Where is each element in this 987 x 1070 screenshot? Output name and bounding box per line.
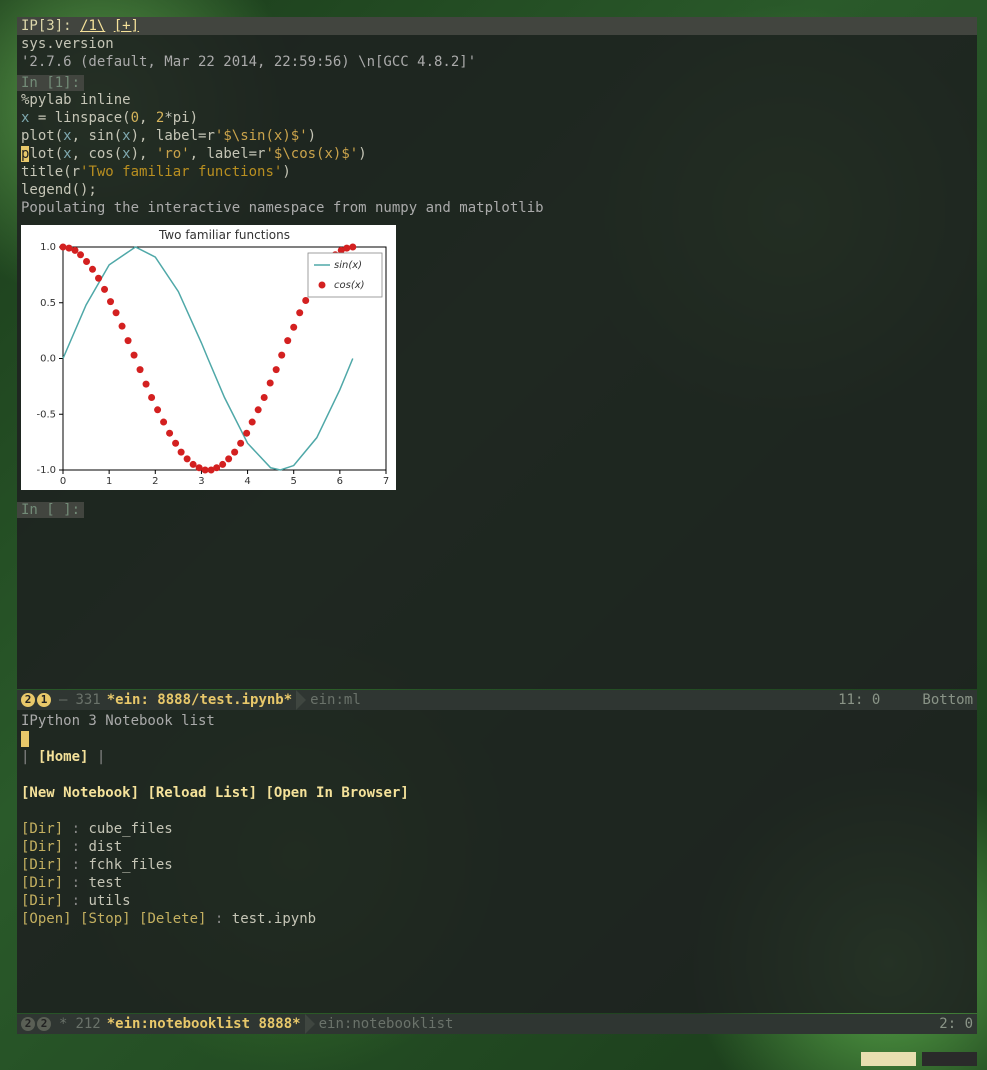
tab-active[interactable]: /1\ xyxy=(80,18,105,34)
modeline2-sep-icon xyxy=(305,1014,315,1034)
tab-add[interactable]: [+] xyxy=(114,18,139,34)
chart-output: Two familiar functions 0 1 2 3 4 5 6 7 -1.0 -0.5 0.… xyxy=(21,225,396,490)
breadcrumb-sep: | xyxy=(21,749,29,765)
list-item: [Open] [Stop] [Delete] : test.ipynb xyxy=(21,910,973,928)
new-notebook-button[interactable]: [New Notebook] xyxy=(21,785,139,801)
svg-text:4: 4 xyxy=(244,476,250,487)
svg-text:1.0: 1.0 xyxy=(40,242,56,253)
dir-name: test xyxy=(88,875,122,891)
open-link[interactable]: [Open] xyxy=(21,911,72,927)
svg-text:sin(x): sin(x) xyxy=(334,260,362,271)
tab-prefix: IP[3]: xyxy=(21,18,72,34)
cell2-empty[interactable] xyxy=(17,518,977,536)
svg-text:Two familiar functions: Two familiar functions xyxy=(158,228,290,242)
modeline-badge-window: 2 xyxy=(21,693,35,707)
svg-text:1: 1 xyxy=(106,476,112,487)
svg-text:6: 6 xyxy=(337,476,343,487)
cell1-l5[interactable]: title(r'Two familiar functions') xyxy=(17,163,977,181)
notebooklist-title: IPython 3 Notebook list xyxy=(21,712,973,730)
cell1-l6[interactable]: legend(); xyxy=(17,181,977,199)
dir-link[interactable]: [Dir] xyxy=(21,875,63,891)
modeline-sep-icon xyxy=(296,690,306,710)
cell1-l3[interactable]: plot(x, sin(x), label=r'$\sin(x)$') xyxy=(17,127,977,145)
home-link[interactable]: [Home] xyxy=(38,749,89,765)
svg-text:3: 3 xyxy=(198,476,204,487)
tab-bar: IP[3]: /1\ [+] xyxy=(17,17,977,35)
open-in-browser-button[interactable]: [Open In Browser] xyxy=(265,785,408,801)
list-item: [Dir] : test xyxy=(21,874,973,892)
taskbar-item[interactable] xyxy=(922,1052,977,1066)
modeline-line: 331 xyxy=(75,692,100,708)
list-item: [Dir] : utils xyxy=(21,892,973,910)
modeline-badge-buffer: 1 xyxy=(37,693,51,707)
modeline2-line: 212 xyxy=(75,1016,100,1032)
dir-name: cube_files xyxy=(88,821,172,837)
modeline2-mode: ein:notebooklist xyxy=(319,1016,454,1032)
list-item: [Dir] : cube_files xyxy=(21,820,973,838)
modeline-mode: ein:ml xyxy=(310,692,361,708)
modeline-dash: — xyxy=(59,692,67,708)
dir-link[interactable]: [Dir] xyxy=(21,857,63,873)
svg-text:7: 7 xyxy=(383,476,389,487)
modeline-scroll-pos: Bottom xyxy=(922,692,973,708)
reload-list-button[interactable]: [Reload List] xyxy=(147,785,257,801)
cell1-l4[interactable]: plot(x, cos(x), 'ro', label=r'$\cos(x)$'… xyxy=(17,145,977,163)
dir-name: fchk_files xyxy=(88,857,172,873)
cursor-marker xyxy=(21,731,29,747)
list-item: [Dir] : fchk_files xyxy=(21,856,973,874)
svg-text:5: 5 xyxy=(291,476,297,487)
modeline-top: 2 1 — 331 *ein: 8888/test.ipynb* ein:ml … xyxy=(17,690,977,710)
modeline-cursor-pos: 11: 0 xyxy=(838,692,880,708)
svg-text:2: 2 xyxy=(152,476,158,487)
notebook-cells: sys.version '2.7.6 (default, Mar 22 2014… xyxy=(17,35,977,536)
editor-pane-top: IP[3]: /1\ [+] sys.version '2.7.6 (defau… xyxy=(17,17,977,689)
dir-link[interactable]: [Dir] xyxy=(21,839,63,855)
svg-text:0.5: 0.5 xyxy=(40,298,56,309)
cell1-output: Populating the interactive namespace fro… xyxy=(17,199,977,217)
svg-text:cos(x): cos(x) xyxy=(334,280,365,291)
cell0-output: '2.7.6 (default, Mar 22 2014, 22:59:56) … xyxy=(17,53,977,71)
stop-link[interactable]: [Stop] xyxy=(80,911,131,927)
modeline2-buffer-name[interactable]: *ein:notebooklist 8888* xyxy=(107,1016,301,1032)
cell1-l1[interactable]: %pylab inline xyxy=(17,91,977,109)
dir-link[interactable]: [Dir] xyxy=(21,893,63,909)
dir-name: utils xyxy=(88,893,130,909)
modeline-buffer-name[interactable]: *ein: 8888/test.ipynb* xyxy=(107,692,292,708)
list-item: [Dir] : dist xyxy=(21,838,973,856)
svg-text:-0.5: -0.5 xyxy=(36,409,56,420)
modeline2-dash: * xyxy=(59,1016,67,1032)
delete-link[interactable]: [Delete] xyxy=(139,911,206,927)
cell0-code[interactable]: sys.version xyxy=(17,35,977,53)
modeline2-badge-window: 2 xyxy=(21,1017,35,1031)
dir-link[interactable]: [Dir] xyxy=(21,821,63,837)
svg-text:-1.0: -1.0 xyxy=(36,465,56,476)
cell1-prompt: In [1]: xyxy=(17,75,84,91)
modeline2-cursor-pos: 2: 0 xyxy=(939,1016,973,1032)
cell2-prompt: In [ ]: xyxy=(17,502,84,518)
svg-text:0.0: 0.0 xyxy=(40,354,56,365)
dir-name: dist xyxy=(88,839,122,855)
modeline-bottom: 2 2 * 212 *ein:notebooklist 8888* ein:no… xyxy=(17,1014,977,1034)
svg-text:0: 0 xyxy=(60,476,66,487)
taskbar-item[interactable] xyxy=(861,1052,916,1066)
cell1-l2[interactable]: x = linspace(0, 2*pi) xyxy=(17,109,977,127)
modeline2-badge-buffer: 2 xyxy=(37,1017,51,1031)
file-name: test.ipynb xyxy=(232,911,316,927)
editor-pane-bottom: IPython 3 Notebook list | [Home] | [New … xyxy=(17,710,977,1013)
taskbar xyxy=(0,1052,987,1070)
